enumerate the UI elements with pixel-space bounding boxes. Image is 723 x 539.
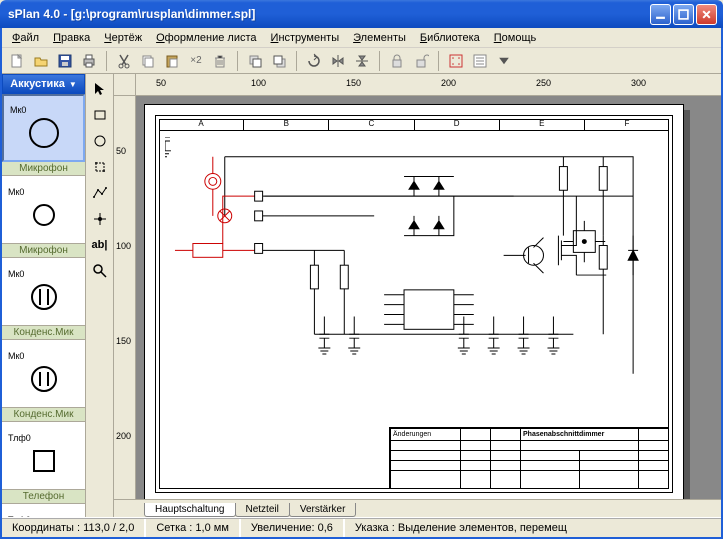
polyline-tool[interactable] [89,182,111,204]
menu-bar: Файл Правка Чертёж Оформление листа Инст… [2,28,721,48]
library-item-caption: Конденс.Мик [2,326,85,340]
copy-button[interactable] [137,50,159,72]
bring-front-button[interactable] [244,50,266,72]
paste-button[interactable] [161,50,183,72]
canvas-scroll[interactable]: ABCDEF [136,96,721,499]
print-button[interactable] [78,50,100,72]
page-tab[interactable]: Verstärker [289,503,357,517]
toolbar: ×2 [2,48,721,74]
menu-file[interactable]: Файл [6,30,45,46]
rect-tool[interactable] [89,104,111,126]
options-button[interactable] [469,50,491,72]
title-bar: sPlan 4.0 - [g:\program\rusplan\dimmer.s… [0,0,723,28]
library-item[interactable]: Тлф0 [2,504,85,517]
menu-draw[interactable]: Чертёж [98,30,148,46]
menu-edit[interactable]: Правка [47,30,96,46]
status-grid: Сетка : 1,0 мм [146,519,241,537]
lock-button[interactable] [386,50,408,72]
new-button[interactable] [6,50,28,72]
unlock-button[interactable] [410,50,432,72]
open-button[interactable] [30,50,52,72]
page-tabs: HauptschaltungNetzteilVerstärker [114,499,721,517]
dup-button[interactable]: ×2 [185,50,207,72]
cut-button[interactable] [113,50,135,72]
library-sidebar: Аккустика▼ Мк0МикрофонМк0МикрофонМк0Конд… [2,74,86,517]
ruler-vertical: 50100150200 [114,96,136,499]
circle-tool[interactable] [89,130,111,152]
library-item[interactable]: Мк0 [2,94,85,162]
close-button[interactable] [696,4,717,25]
status-bar: Координаты : 113,0 / 2,0 Сетка : 1,0 мм … [2,517,721,537]
mirror-v-button[interactable] [351,50,373,72]
minimize-button[interactable] [650,4,671,25]
send-back-button[interactable] [268,50,290,72]
node-tool[interactable] [89,208,111,230]
tool-palette: ab| [86,74,114,517]
library-item-caption: Микрофон [2,162,85,176]
save-button[interactable] [54,50,76,72]
special-tool[interactable] [89,156,111,178]
grid-button[interactable] [445,50,467,72]
page-tab[interactable]: Netzteil [235,503,290,517]
maximize-button[interactable] [673,4,694,25]
text-tool[interactable]: ab| [89,234,111,256]
page-tab[interactable]: Hauptschaltung [144,503,236,517]
library-item[interactable]: Тлф0 [2,422,85,490]
library-item-caption: Телефон [2,490,85,504]
rotate-button[interactable] [303,50,325,72]
library-item[interactable]: Мк0 [2,340,85,408]
status-zoom: Увеличение: 0,6 [241,519,345,537]
title-block: Änderungen Phasenabschnittdimmer [389,427,669,489]
menu-tools[interactable]: Инструменты [265,30,346,46]
menu-library[interactable]: Библиотека [414,30,486,46]
library-item-caption: Микрофон [2,244,85,258]
canvas-area: 50100150200250300 50100150200 ABCDEF [114,74,721,517]
mirror-h-button[interactable] [327,50,349,72]
library-item[interactable]: Мк0 [2,176,85,244]
sidebar-category[interactable]: Аккустика▼ [2,74,85,94]
dropdown-icon[interactable] [493,50,515,72]
pointer-tool[interactable] [89,78,111,100]
status-tool: Указка : Выделение элементов, перемещ [345,519,721,537]
menu-sheet[interactable]: Оформление листа [150,30,262,46]
menu-elements[interactable]: Элементы [347,30,412,46]
status-coords: Координаты : 113,0 / 2,0 [2,519,146,537]
ruler-horizontal: 50100150200250300 [136,74,721,96]
zoom-tool[interactable] [89,260,111,282]
delete-button[interactable] [209,50,231,72]
menu-help[interactable]: Помощь [488,30,543,46]
drawing-canvas[interactable]: ABCDEF [144,104,684,499]
library-item[interactable]: Мк0 [2,258,85,326]
window-title: sPlan 4.0 - [g:\program\rusplan\dimmer.s… [8,7,648,21]
library-item-caption: Конденс.Мик [2,408,85,422]
